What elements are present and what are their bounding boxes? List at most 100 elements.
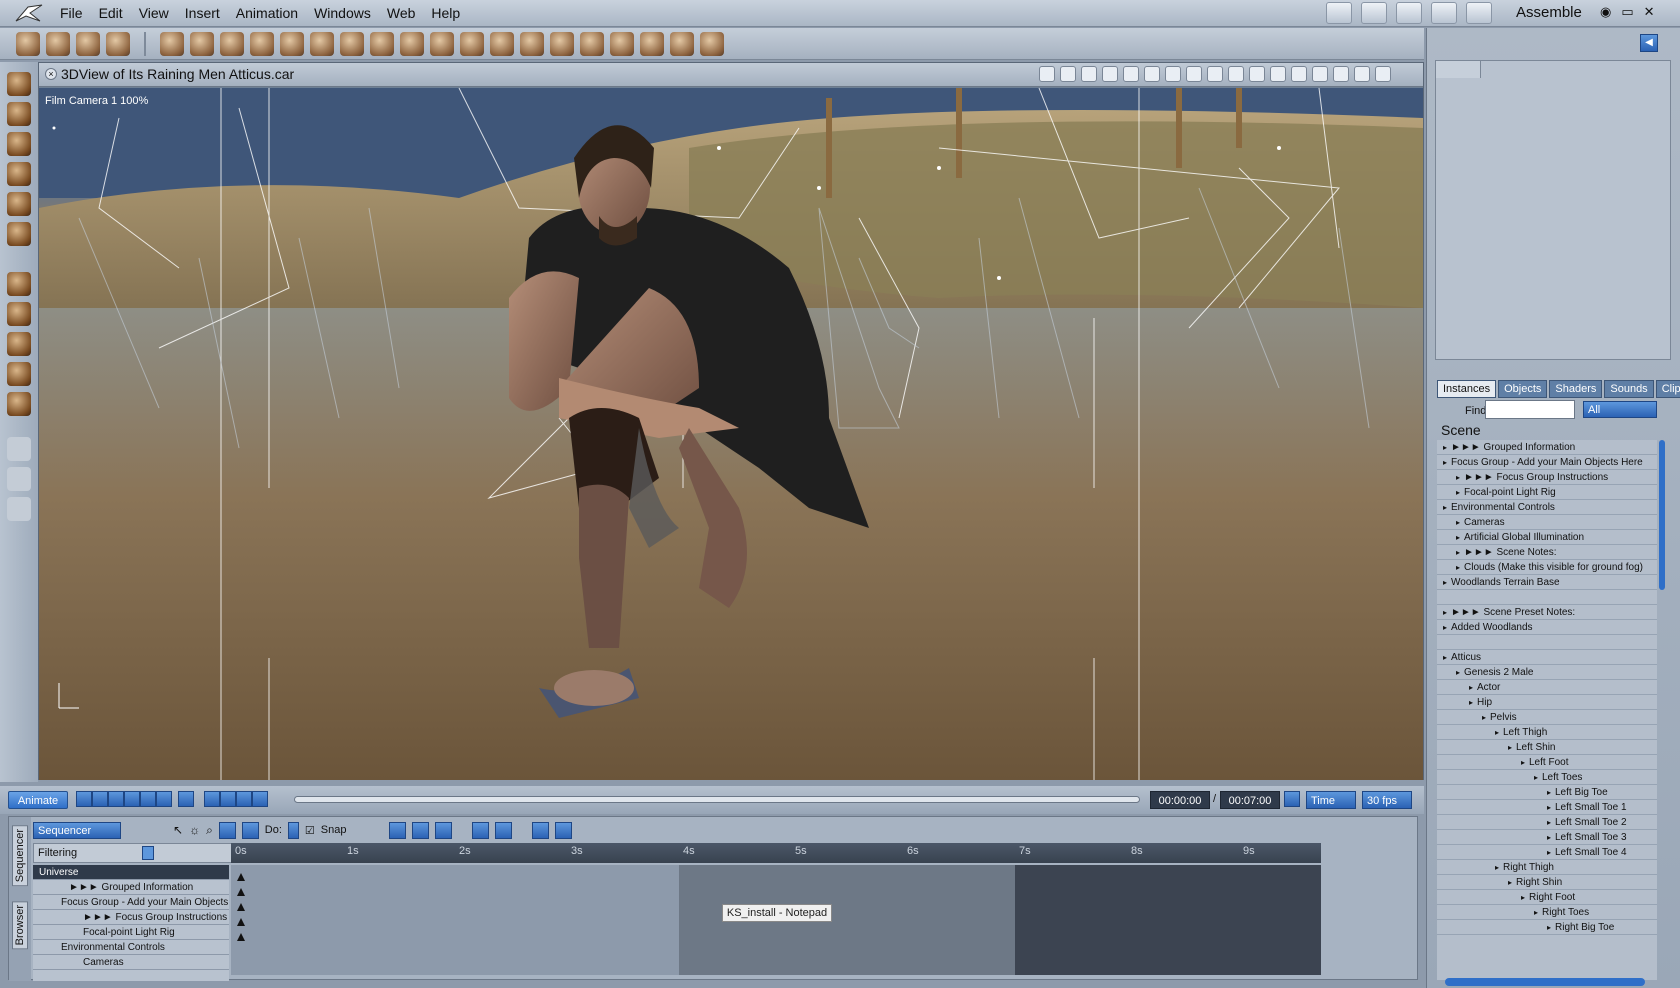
expand-toggle-icon[interactable]: ▸ [1443,650,1451,665]
shaded-icon[interactable] [1333,66,1349,82]
multi-view-icon[interactable] [1186,66,1202,82]
expand-toggle-icon[interactable]: ▸ [1456,665,1464,680]
menu-file[interactable]: File [52,0,91,27]
filter-select[interactable]: All [1583,401,1657,418]
track-row[interactable]: Environmental Controls [33,940,229,955]
cube-view-icon[interactable] [1249,66,1265,82]
gear-primitive-icon[interactable] [340,31,364,56]
tree-item[interactable]: ▸ ►►► Focus Group Instructions [1437,470,1657,485]
globe-primitive-icon[interactable] [220,31,244,56]
rewind-icon[interactable] [92,791,108,807]
fast-forward-icon[interactable] [140,791,156,807]
tree-item[interactable]: ▸ Genesis 2 Male [1437,665,1657,680]
tree-item[interactable]: ▸ Left Small Toe 3 [1437,830,1657,845]
tree-primitive-icon[interactable] [400,31,424,56]
tree-item[interactable]: ▸ ►►► Scene Notes: [1437,545,1657,560]
goblet-primitive-icon[interactable] [190,31,214,56]
menu-animation[interactable]: Animation [228,0,306,27]
select-arrow-icon[interactable]: ↖ [173,823,183,837]
go-end-icon[interactable] [156,791,172,807]
expand-toggle-icon[interactable]: ▸ [1547,830,1555,845]
text-primitive-icon[interactable] [310,31,334,56]
expand-toggle-icon[interactable]: ▸ [1508,740,1516,755]
expand-toggle-icon[interactable]: ▸ [1521,755,1529,770]
tree-item[interactable]: ▸ Right Thigh [1437,860,1657,875]
track-row[interactable]: ►►► Grouped Information [33,880,229,895]
expand-toggle-icon[interactable]: ▸ [1495,860,1503,875]
textured-icon[interactable] [1375,66,1391,82]
expand-toggle-icon[interactable]: ▸ [1443,455,1451,470]
track-row[interactable]: Cameras [33,955,229,970]
track-row[interactable]: Focal-point Light Rig [33,925,229,940]
time-mode-select[interactable]: Time [1306,791,1356,809]
tree-item[interactable]: ▸ Right Big Toe [1437,920,1657,935]
animate-button[interactable]: Animate [8,791,68,809]
sun-icon[interactable]: ☼ [189,823,200,837]
bowl-primitive-icon[interactable] [550,31,574,56]
expand-toggle-icon[interactable]: ▸ [1456,560,1464,575]
menu-insert[interactable]: Insert [177,0,228,27]
tree-item[interactable]: ▸ Pelvis [1437,710,1657,725]
tab-clips[interactable]: Clips [1655,380,1680,398]
tree-item[interactable]: ▸ Left Small Toe 2 [1437,815,1657,830]
menu-windows[interactable]: Windows [306,0,379,27]
close-icon[interactable]: ✕ [1644,4,1655,20]
pan-hand-icon[interactable] [7,467,31,491]
twist-tool-icon[interactable] [7,162,31,186]
view-option-icon[interactable] [1060,66,1076,82]
expand-toggle-icon[interactable]: ▸ [1547,800,1555,815]
tab-objects[interactable]: Objects [1498,380,1548,398]
curve-linear-icon[interactable] [388,821,406,839]
cloud-primitive-icon[interactable] [430,31,454,56]
viewport-close-icon[interactable]: × [45,68,57,80]
tree-item[interactable]: ▸ Left Shin [1437,740,1657,755]
snap-checkbox-icon[interactable]: ☑ [305,824,315,837]
tree-item[interactable]: ▸ Focus Group - Add your Main Objects Her… [1437,455,1657,470]
expand-toggle-icon[interactable]: ▸ [1521,890,1529,905]
rock-primitive-icon[interactable] [490,31,514,56]
quad-view-icon[interactable] [1165,66,1181,82]
hand-mode-icon[interactable] [1326,2,1352,24]
prev-key-icon[interactable] [204,791,220,807]
grab-tool-icon[interactable] [46,31,70,56]
next-key-icon[interactable] [252,791,268,807]
keyframe-markers[interactable] [231,865,251,975]
wireframe-icon[interactable] [1312,66,1328,82]
time-mode-x-icon[interactable] [1284,791,1300,807]
gizmo-icon[interactable] [7,362,31,386]
eye-icon[interactable]: ◉ [1600,4,1611,20]
frame-icon[interactable] [241,821,259,839]
ease-out-icon[interactable] [494,821,512,839]
tree-item[interactable]: ▸ Atticus [1437,650,1657,665]
tree-item[interactable]: ▸ Left Small Toe 4 [1437,845,1657,860]
add-key-icon[interactable] [220,791,236,807]
torus-primitive-icon[interactable] [280,31,304,56]
cube-view-icon[interactable] [1228,66,1244,82]
single-view-icon[interactable] [1123,66,1139,82]
expand-toggle-icon[interactable]: ▸ [1456,470,1464,485]
tree-item[interactable]: ▸ Cameras [1437,515,1657,530]
total-time-field[interactable]: 00:07:00 [1220,791,1280,809]
time-scrubber[interactable] [294,796,1140,803]
orbit-icon[interactable] [7,332,31,356]
menu-edit[interactable]: Edit [91,0,131,27]
pen-tool-icon[interactable] [7,192,31,216]
find-input[interactable] [1485,400,1575,419]
expand-toggle-icon[interactable]: ▸ [1547,785,1555,800]
cube-view-icon[interactable] [1207,66,1223,82]
expand-toggle-icon[interactable]: ▸ [1547,815,1555,830]
sequencer-select[interactable]: Sequencer [33,821,121,839]
bone-icon[interactable] [700,31,724,56]
plane-icon[interactable] [7,392,31,416]
tab-browser[interactable]: Browser [12,901,28,950]
track-row[interactable]: Focus Group - Add your Main Objects [33,895,229,910]
sphere-primitive-icon[interactable] [160,31,184,56]
preview-tab[interactable] [1435,60,1481,78]
menu-help[interactable]: Help [423,0,468,27]
expand-toggle-icon[interactable]: ▸ [1443,605,1451,620]
tree-item[interactable]: ▸ Hip [1437,695,1657,710]
expand-toggle-icon[interactable]: ▸ [1547,920,1555,935]
curve-arc-icon[interactable] [434,821,452,839]
tree-item[interactable] [1437,635,1657,650]
camera-icon[interactable] [7,437,31,461]
